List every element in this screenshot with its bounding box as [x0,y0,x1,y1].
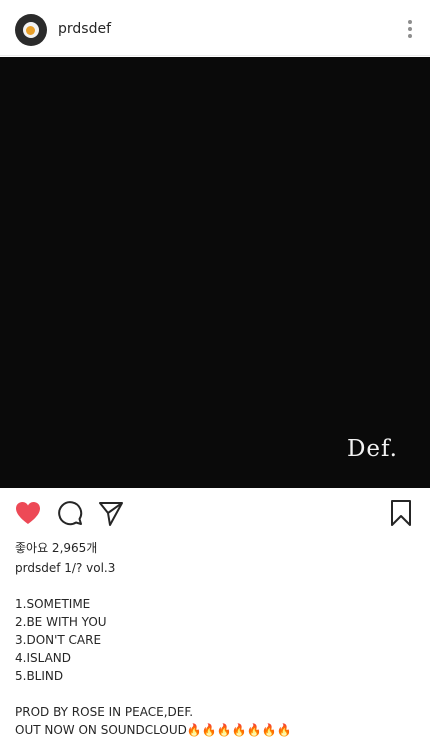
comment-icon [58,501,83,526]
header-username[interactable]: prdsdef [58,20,111,38]
caption-out-line: OUT NOW ON SOUNDCLOUD🔥🔥🔥🔥🔥🔥🔥 [15,721,415,739]
action-bar [0,496,430,532]
caption-out-text: OUT NOW ON SOUNDCLOUD [15,723,187,737]
post-header: prdsdef [0,0,430,56]
caption: prdsdef 1/? vol.3 1.SOMETIME 2.BE WITH Y… [15,559,415,739]
heart-icon [16,502,40,524]
track-item: 2.BE WITH YOU [15,615,107,629]
track-item: 5.BLIND [15,669,64,683]
likes-count[interactable]: 좋아요 2,965개 [15,539,97,556]
caption-username[interactable]: prdsdef [15,561,60,575]
track-item: 4.ISLAND [15,651,71,665]
more-options-icon[interactable] [406,20,414,40]
bookmark-icon [391,500,411,526]
avatar-egg-yolk [26,26,35,35]
send-icon [99,502,123,526]
caption-prod-line: PROD BY ROSE IN PEACE,DEF. [15,705,194,719]
track-item: 3.DON'T CARE [15,633,102,647]
caption-title: 1/? vol.3 [64,561,116,575]
share-button[interactable] [96,498,126,528]
post-image[interactable]: Def. [0,57,430,488]
comment-button[interactable] [55,498,85,528]
image-watermark: Def. [346,436,398,462]
caption-header: prdsdef 1/? vol.3 [15,559,415,577]
track-item: 1.SOMETIME [15,597,91,611]
save-button[interactable] [386,498,416,528]
like-button[interactable] [13,498,43,528]
avatar[interactable] [15,14,47,46]
fire-emoji: 🔥🔥🔥🔥🔥🔥🔥 [186,723,292,737]
